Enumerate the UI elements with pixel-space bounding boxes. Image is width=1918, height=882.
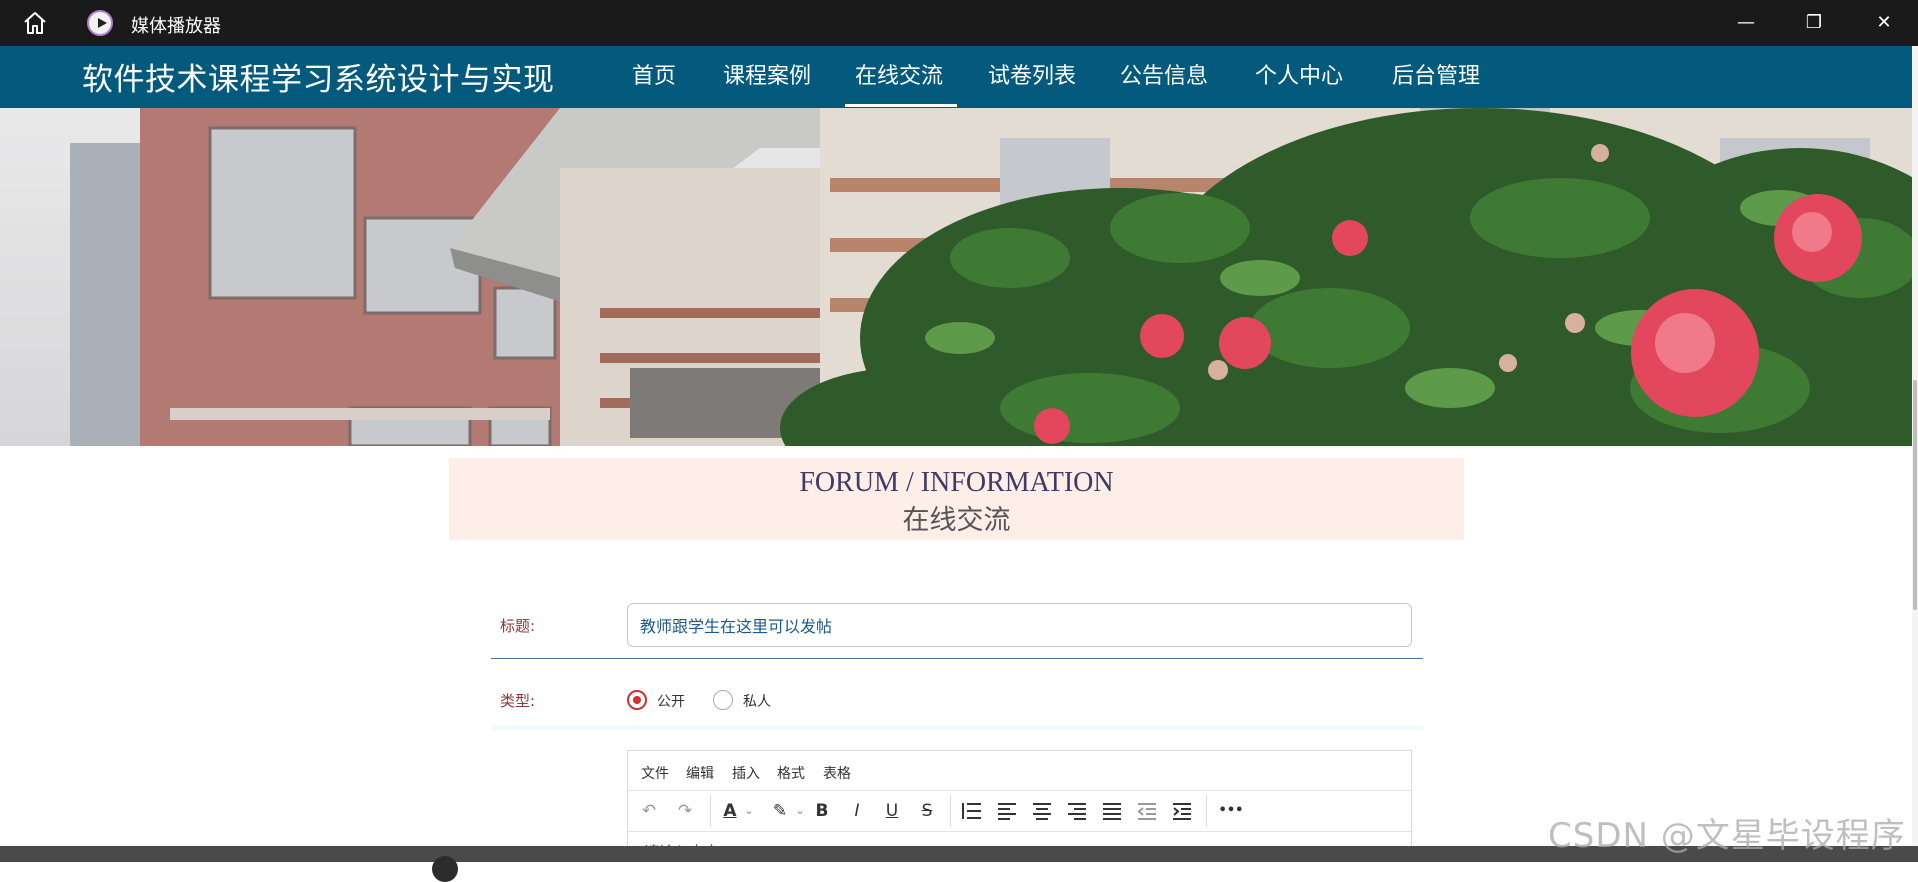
home-icon[interactable] (22, 11, 48, 35)
toolbar-separator (710, 795, 711, 827)
type-radio-public-label[interactable]: 公开 (657, 691, 685, 711)
highlight-icon[interactable]: ✎ (768, 800, 792, 822)
type-label: 类型: (500, 692, 536, 710)
nav-online-forum[interactable]: 在线交流 (855, 58, 943, 90)
indent-icon[interactable] (1171, 800, 1193, 822)
close-button[interactable]: ✕ (1862, 6, 1906, 40)
italic-icon[interactable]: I (845, 800, 869, 822)
form-divider (491, 658, 1423, 659)
nav-admin[interactable]: 后台管理 (1392, 58, 1480, 90)
minimize-button[interactable]: — (1724, 6, 1768, 40)
align-center-icon[interactable] (1031, 800, 1053, 822)
type-radio-private[interactable] (713, 690, 733, 710)
nav-course-cases[interactable]: 课程案例 (723, 58, 811, 90)
section-title-en: FORUM / INFORMATION (799, 467, 1114, 498)
maximize-button[interactable]: ❐ (1792, 6, 1836, 40)
text-color-icon[interactable]: A (718, 800, 742, 822)
chevron-down-icon[interactable]: ⌄ (794, 800, 806, 822)
editor-menu-edit[interactable]: 编辑 (686, 763, 714, 783)
title-label: 标题: (500, 617, 536, 635)
outdent-icon[interactable] (1136, 800, 1158, 822)
nav-active-indicator (845, 104, 957, 107)
window-title-bar: 媒体播放器 — ❐ ✕ (0, 0, 1918, 46)
more-icon[interactable]: ••• (1218, 800, 1244, 822)
title-input[interactable] (627, 603, 1412, 647)
chevron-down-icon[interactable]: ⌄ (743, 800, 755, 822)
editor-toolbar: ↶ ↷ A ⌄ ✎ ⌄ B I U S ••• (628, 791, 1411, 832)
align-right-icon[interactable] (1066, 800, 1088, 822)
toolbar-separator (1206, 795, 1207, 827)
underline-icon[interactable]: U (880, 800, 904, 822)
editor-menu-format[interactable]: 格式 (777, 763, 805, 783)
form-divider-light (491, 725, 1423, 730)
line-height-icon[interactable] (961, 800, 983, 822)
redo-icon[interactable]: ↷ (673, 800, 697, 822)
editor-menubar: 文件 编辑 插入 格式 表格 (628, 751, 1411, 791)
banner-image (0, 108, 1912, 446)
media-seek-handle[interactable] (432, 856, 458, 882)
banner-carousel (0, 108, 1912, 446)
align-left-icon[interactable] (996, 800, 1018, 822)
editor-menu-insert[interactable]: 插入 (732, 763, 760, 783)
editor-menu-table[interactable]: 表格 (823, 763, 851, 783)
media-player-icon (87, 10, 113, 36)
window-title: 媒体播放器 (131, 16, 221, 36)
align-justify-icon[interactable] (1101, 800, 1123, 822)
type-radio-private-label[interactable]: 私人 (743, 691, 771, 711)
site-title[interactable]: 软件技术课程学习系统设计与实现 (82, 54, 555, 99)
type-radio-public[interactable] (627, 690, 647, 710)
undo-icon[interactable]: ↶ (637, 800, 661, 822)
strikethrough-icon[interactable]: S (915, 800, 939, 822)
nav-personal-center[interactable]: 个人中心 (1255, 58, 1343, 90)
page-scrollbar-thumb[interactable] (1913, 380, 1917, 610)
section-header: FORUM / INFORMATION 在线交流 (449, 458, 1464, 540)
nav-announcements[interactable]: 公告信息 (1120, 58, 1208, 90)
nav-exam-list[interactable]: 试卷列表 (988, 58, 1076, 90)
toolbar-separator (950, 795, 951, 827)
watermark: CSDN @文星毕设程序 (1548, 816, 1906, 856)
bold-icon[interactable]: B (810, 800, 834, 822)
nav-home[interactable]: 首页 (632, 58, 676, 90)
section-title-cn: 在线交流 (902, 505, 1011, 536)
site-navbar: 软件技术课程学习系统设计与实现 首页 课程案例 在线交流 试卷列表 公告信息 个… (0, 46, 1915, 108)
editor-menu-file[interactable]: 文件 (641, 763, 669, 783)
